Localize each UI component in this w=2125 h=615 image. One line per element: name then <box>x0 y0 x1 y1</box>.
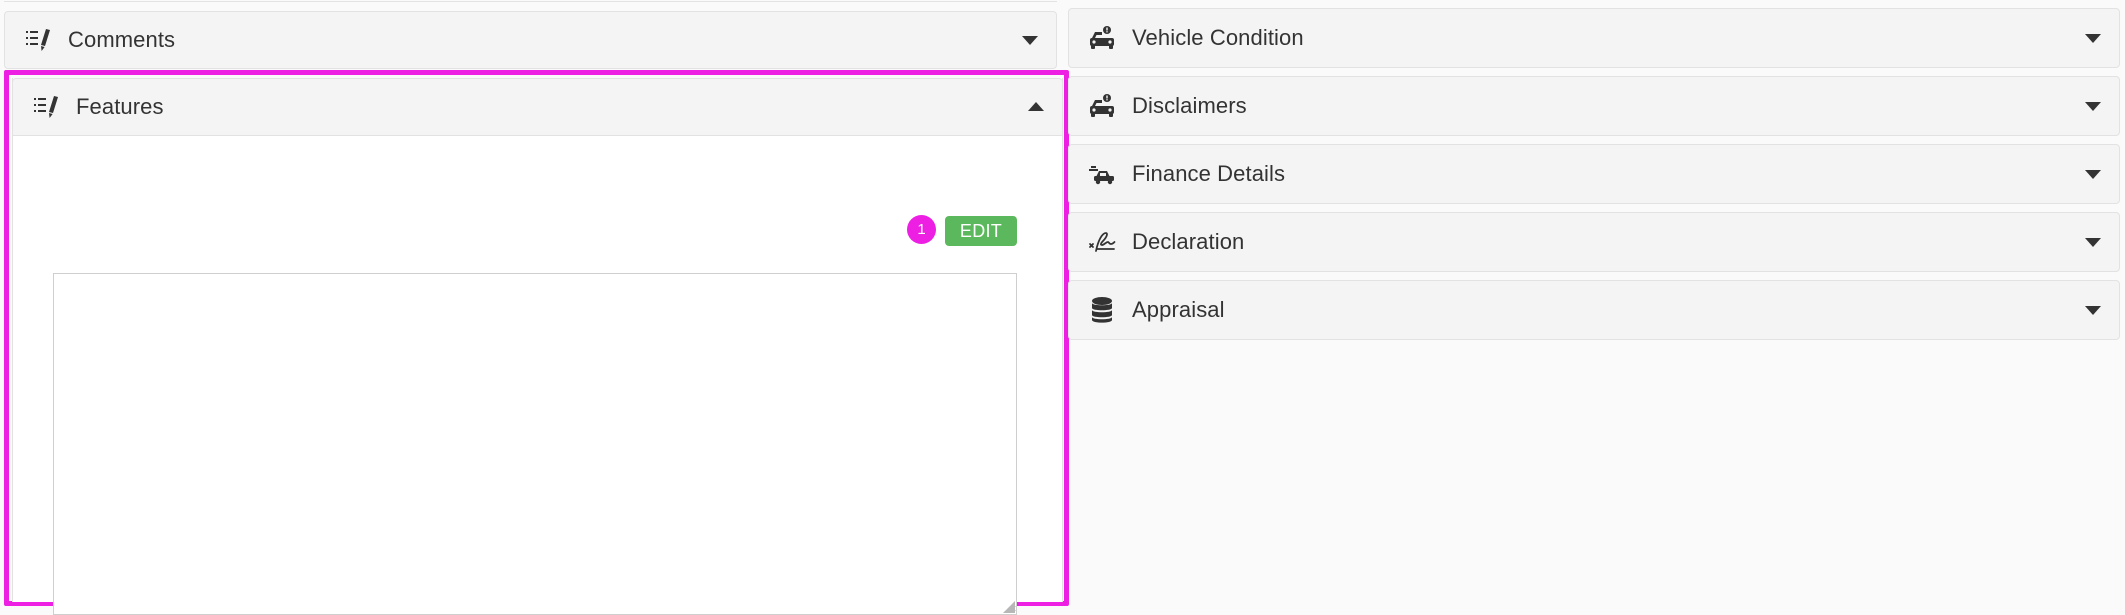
features-panel: 1 EDIT <box>12 78 1063 615</box>
features-label: Features <box>76 94 164 119</box>
comments-label: Comments <box>68 27 176 52</box>
top-divider <box>4 0 1057 2</box>
edit-button[interactable]: EDIT <box>945 216 1017 246</box>
signature-icon <box>1087 227 1117 257</box>
app-root: Comments 1 EDIT Features Vehicle Conditi… <box>0 0 2125 615</box>
list-pencil-icon <box>23 25 53 55</box>
chevron-down-icon <box>1022 36 1038 45</box>
chevron-up-icon <box>1028 102 1044 111</box>
chevron-down-icon <box>2085 306 2101 315</box>
vehicle-condition-panel-header[interactable]: Vehicle Condition <box>1068 8 2120 68</box>
features-panel-header[interactable]: Features <box>12 78 1063 136</box>
chevron-down-icon <box>2085 170 2101 179</box>
finance-details-label: Finance Details <box>1132 161 1286 186</box>
appraisal-label: Appraisal <box>1132 297 1225 322</box>
chevron-down-icon <box>2085 34 2101 43</box>
disclaimers-label: Disclaimers <box>1132 93 1247 118</box>
features-highlight-frame: 1 EDIT Features <box>4 70 1069 615</box>
features-panel-body: 1 EDIT <box>13 136 1062 615</box>
finance-details-panel-header[interactable]: Finance Details <box>1068 144 2120 204</box>
car-alert-icon <box>1087 91 1117 121</box>
car-alert-icon <box>1087 23 1117 53</box>
database-icon <box>1087 295 1117 325</box>
vehicle-condition-label: Vehicle Condition <box>1132 25 1304 50</box>
comments-panel-header[interactable]: Comments <box>4 11 1057 69</box>
features-textarea[interactable] <box>53 273 1017 615</box>
appraisal-panel-header[interactable]: Appraisal <box>1068 280 2120 340</box>
chevron-down-icon <box>2085 238 2101 247</box>
car-finance-icon <box>1087 159 1117 189</box>
disclaimers-panel-header[interactable]: Disclaimers <box>1068 76 2120 136</box>
step-badge: 1 <box>907 215 936 244</box>
list-pencil-icon <box>31 92 61 122</box>
declaration-label: Declaration <box>1132 229 1245 254</box>
declaration-panel-header[interactable]: Declaration <box>1068 212 2120 272</box>
chevron-down-icon <box>2085 102 2101 111</box>
